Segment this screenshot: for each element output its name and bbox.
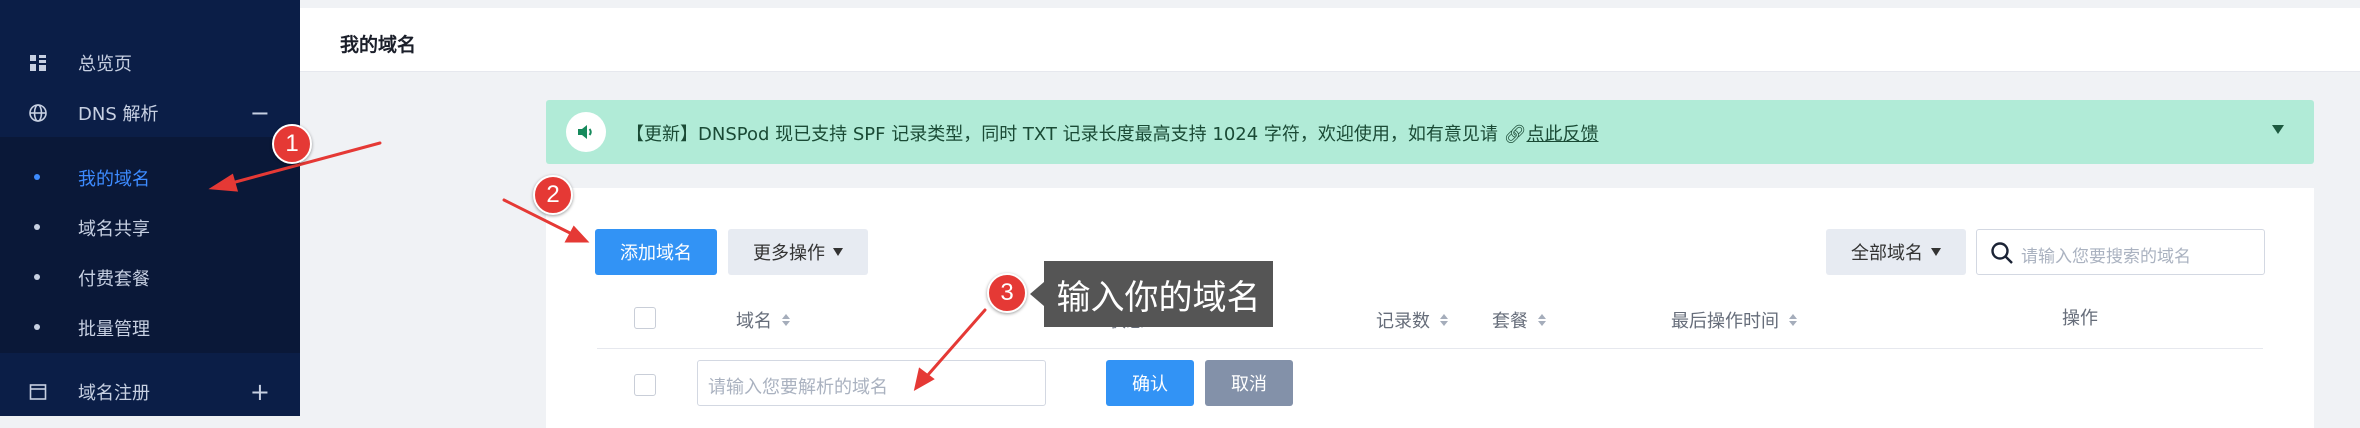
annotation-arrowhead-2 xyxy=(564,225,590,243)
annotation-badge-2: 2 xyxy=(533,175,573,215)
annotation-badge-1: 1 xyxy=(272,124,312,164)
annotation-arrows xyxy=(208,141,987,391)
annotation-badge-3: 3 xyxy=(987,273,1027,313)
annotation-arrow-3 xyxy=(925,308,987,378)
annotation-arrowhead-1 xyxy=(208,173,239,192)
